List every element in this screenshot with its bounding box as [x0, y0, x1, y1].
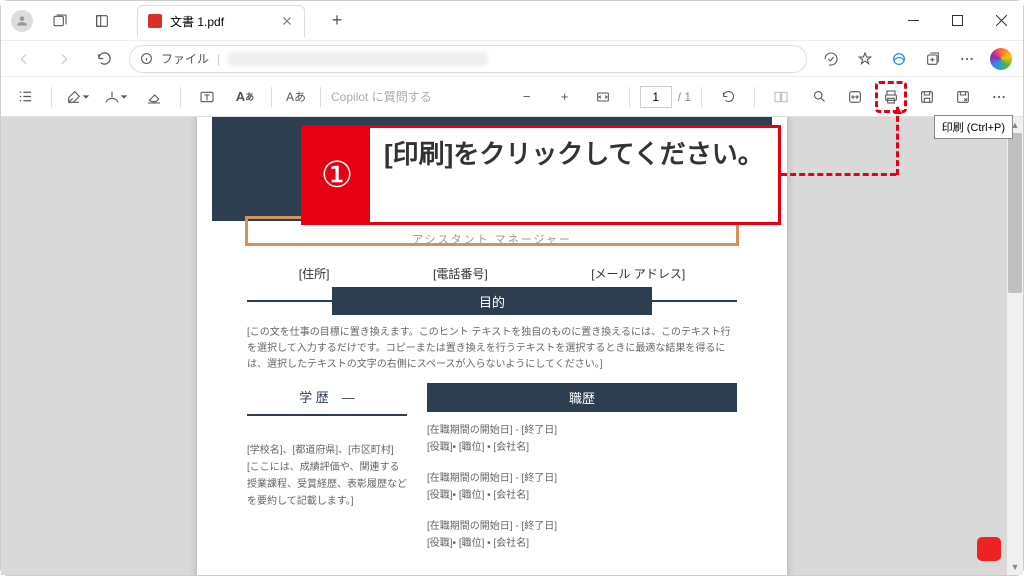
- search-button[interactable]: [803, 81, 835, 113]
- new-tab-button[interactable]: +: [323, 7, 351, 35]
- read-aloud-icon[interactable]: [817, 44, 845, 74]
- save-button[interactable]: [911, 81, 943, 113]
- forward-button[interactable]: [49, 44, 79, 74]
- scroll-thumb[interactable]: [1008, 133, 1022, 293]
- vertical-scrollbar[interactable]: ▲ ▼: [1007, 117, 1023, 575]
- col-education: 学 歴 — [学校名]、[都道府県]、[市区町村] [ここには、成績評価や、関連…: [247, 383, 407, 552]
- favorite-icon[interactable]: [851, 44, 879, 74]
- window-controls: [891, 2, 1023, 40]
- window-titlebar: 文書 1.pdf +: [1, 1, 1023, 41]
- callout-text: [印刷]をクリックしてください。: [370, 128, 778, 222]
- text-size-icon[interactable]: Aあ: [229, 81, 261, 113]
- address-bar: ファイル |: [1, 41, 1023, 77]
- back-button[interactable]: [9, 44, 39, 74]
- rotate-icon[interactable]: [712, 81, 744, 113]
- pdf-toolbar: Aあ Aあ Copilot に質問する − + / 1: [1, 77, 1023, 117]
- pdf-icon: [148, 14, 162, 28]
- collections-icon[interactable]: [919, 44, 947, 74]
- callout-connector-v: [896, 107, 899, 175]
- refresh-button[interactable]: [89, 44, 119, 74]
- scroll-down-icon[interactable]: ▼: [1007, 559, 1023, 575]
- tab-actions-icon[interactable]: [87, 6, 117, 36]
- work-header: 職歴: [427, 383, 737, 411]
- text-tool-icon[interactable]: [191, 81, 223, 113]
- browser-tab[interactable]: 文書 1.pdf: [137, 5, 305, 37]
- more-button[interactable]: [983, 81, 1015, 113]
- url-field[interactable]: ファイル |: [129, 45, 807, 73]
- two-column: 学 歴 — [学校名]、[都道府県]、[市区町村] [ここには、成績評価や、関連…: [197, 383, 787, 552]
- contents-icon[interactable]: [9, 81, 41, 113]
- contact-address: [住所]: [299, 265, 330, 282]
- adobe-badge-icon[interactable]: [977, 537, 1001, 561]
- url-label: ファイル: [161, 50, 209, 67]
- work-item-3: [在職期間の開始日] - [終了日] [役職]• [職位] • [会社名]: [427, 518, 737, 552]
- copilot-prompt[interactable]: Copilot に質問する: [331, 88, 432, 105]
- instruction-callout: ① [印刷]をクリックしてください。: [301, 125, 781, 225]
- draw-icon[interactable]: [100, 81, 132, 113]
- url-blurred: [228, 52, 488, 66]
- edu-body: [学校名]、[都道府県]、[市区町村] [ここには、成績評価や、関連する授業課程…: [247, 426, 407, 510]
- col-work: 職歴 [在職期間の開始日] - [終了日] [役職]• [職位] • [会社名]…: [427, 383, 737, 552]
- profile-icon[interactable]: [11, 10, 33, 32]
- close-window-button[interactable]: [979, 2, 1023, 40]
- fit-icon[interactable]: [587, 81, 619, 113]
- print-tooltip: 印刷 (Ctrl+P): [934, 115, 1013, 139]
- work-item-2: [在職期間の開始日] - [終了日] [役職]• [職位] • [会社名]: [427, 470, 737, 504]
- zoom-out-button[interactable]: −: [511, 81, 543, 113]
- section-purpose-header: 目的: [332, 287, 652, 315]
- info-icon: [140, 52, 153, 65]
- contact-tel: [電話番号]: [433, 265, 488, 282]
- edge-ie-icon[interactable]: [885, 44, 913, 74]
- callout-connector-h: [781, 173, 896, 176]
- save-as-button[interactable]: [947, 81, 979, 113]
- translate-icon[interactable]: Aあ: [282, 81, 310, 113]
- pdf-toolbar-right: [803, 81, 1015, 113]
- edu-header: 学 歴 —: [247, 383, 407, 406]
- work-item-1: [在職期間の開始日] - [終了日] [役職]• [職位] • [会社名]: [427, 422, 737, 456]
- copilot-pdf-icon[interactable]: [839, 81, 871, 113]
- page-view-icon[interactable]: [765, 81, 797, 113]
- maximize-button[interactable]: [935, 2, 979, 40]
- addr-actions: [817, 44, 1015, 74]
- contact-mail: [メール アドレス]: [591, 265, 685, 282]
- purpose-body: [この文を仕事の目標に置き換えます。このヒント テキストを独自のものに置き換える…: [197, 315, 787, 383]
- highlight-icon[interactable]: [62, 81, 94, 113]
- erase-icon[interactable]: [138, 81, 170, 113]
- minimize-button[interactable]: [891, 2, 935, 40]
- zoom-in-button[interactable]: +: [549, 81, 581, 113]
- callout-number: ①: [304, 128, 370, 222]
- copilot-icon[interactable]: [987, 44, 1015, 74]
- page-total: / 1: [678, 90, 691, 104]
- page-number-input[interactable]: [640, 86, 672, 108]
- tab-title: 文書 1.pdf: [170, 13, 224, 30]
- workspaces-icon[interactable]: [45, 6, 75, 36]
- menu-button[interactable]: [953, 44, 981, 74]
- close-tab-icon[interactable]: [280, 14, 294, 28]
- titlebar-left: 文書 1.pdf +: [1, 5, 351, 37]
